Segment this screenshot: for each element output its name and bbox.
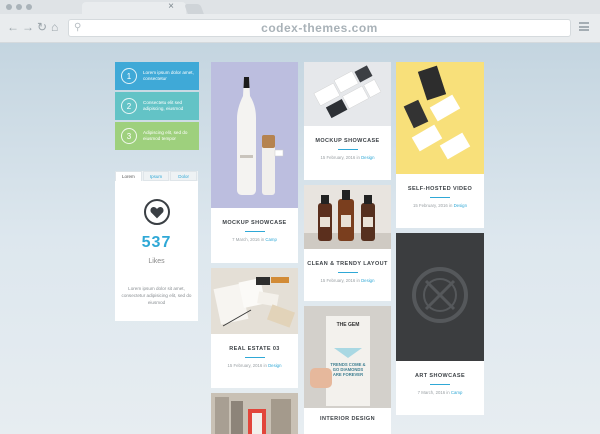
card-meta: 7 March, 2016 in Camp [211,237,298,242]
portfolio-card-clean-trendy[interactable]: CLEAN & TRENDY LAYOUT 15 February, 2016 … [304,185,391,301]
step-text: Consectetu elit sed adipiscing, eiusmod [143,100,184,111]
minimize-window-button[interactable] [16,4,22,10]
business-cards-illustration [403,65,471,160]
browser-tab[interactable]: × [82,1,186,14]
bottles-illustration [237,77,284,195]
close-window-button[interactable] [6,4,12,10]
step-item-2[interactable]: 2 Consectetu elit sed adipiscing, eiusmo… [115,92,199,120]
title-separator [244,357,265,358]
card-date: 15 February, 2016 in [320,278,360,283]
card-category[interactable]: Camp [451,390,462,395]
step-text: Lorem ipsum dolor amet, consectetur [143,70,194,81]
step-number: 3 [121,128,137,144]
back-arrow-icon[interactable]: ← [7,20,19,34]
card-title[interactable]: CLEAN & TRENDY LAYOUT [304,261,391,267]
navigation-bar: ← → ↻ ⌂ ⚲ codex-themes.com [0,14,600,43]
step-item-3[interactable]: 3 Adipiscing elit, sed do eiusmod tempor [115,122,199,150]
tab-lorem[interactable]: Lorem [115,171,142,181]
magazine-headline: TRENDS COME & GO DIAMONDS ARE FOREVER [330,362,366,377]
portfolio-card-interior-design[interactable]: THE GEM TRENDS COME & GO DIAMONDS ARE FO… [304,306,391,434]
address-bar[interactable]: ⚲ codex-themes.com [68,19,571,37]
title-separator [244,231,265,232]
hamburger-menu-icon[interactable] [579,22,589,31]
portfolio-card-art-showcase[interactable]: ART SHOWCASE 7 March, 2016 in Camp [396,233,484,415]
portfolio-card-mockup-bottles[interactable]: MOCKUP SHOWCASE 7 March, 2016 in Camp [211,62,298,263]
new-tab-button[interactable] [184,4,204,14]
card-image[interactable]: THE GEM TRENDS COME & GO DIAMONDS ARE FO… [304,306,391,408]
cosmetic-bottles-illustration [304,190,391,249]
card-image[interactable] [396,233,484,361]
step-number: 2 [121,98,137,114]
street-illustration [211,393,298,434]
card-category[interactable]: Design [361,278,374,283]
card-meta: 7 March, 2016 in Camp [396,390,484,395]
title-separator [337,149,358,150]
card-category[interactable]: Camp [265,237,276,242]
card-category[interactable]: Design [454,203,467,208]
stationery-illustration [213,277,296,328]
tab-close-icon[interactable]: × [168,1,174,13]
widget-description: Lorem ipsum dolor sit amet, consectetur … [121,286,192,305]
card-title[interactable]: ART SHOWCASE [396,373,484,379]
card-image[interactable] [211,393,298,434]
forward-arrow-icon[interactable]: → [22,20,34,34]
likes-tabs-widget: Lorem Ipsum Dolor 537 Likes Lorem ipsum … [115,171,198,321]
title-separator [430,197,450,198]
tab-ipsum[interactable]: Ipsum [142,171,170,181]
card-date: 15 February, 2016 in [413,203,453,208]
magazine-brand: THE GEM [336,322,360,328]
browser-chrome: × ← → ↻ ⌂ ⚲ codex-themes.com [0,0,600,43]
url-text[interactable]: codex-themes.com [69,21,570,35]
card-title[interactable]: MOCKUP SHOWCASE [304,138,391,144]
portfolio-card-mockup-screens[interactable]: MOCKUP SHOWCASE 15 February, 2016 in Des… [304,62,391,180]
card-date: 7 March, 2016 in [232,237,265,242]
title-separator [337,272,358,273]
card-title[interactable]: INTERIOR DESIGN [304,416,391,422]
heart-icon[interactable] [144,199,170,225]
tab-dolor[interactable]: Dolor [170,171,198,181]
home-icon[interactable]: ⌂ [51,20,58,34]
step-number: 1 [121,68,137,84]
card-date: 15 February, 2016 in [320,155,360,160]
card-category[interactable]: Design [268,363,281,368]
screens-illustration [304,62,391,126]
tab-strip: × [0,0,600,14]
card-title[interactable]: SELF-HOSTED VIDEO [396,186,484,192]
card-category[interactable]: Design [361,155,374,160]
card-image[interactable] [211,62,298,208]
steps-widget: 1 Lorem ipsum dolor amet, consectetur 2 … [115,62,199,152]
title-separator [430,384,450,385]
portfolio-card-street[interactable] [211,393,298,434]
card-meta: 15 February, 2016 in Design [211,363,298,368]
card-image[interactable] [304,185,391,249]
card-meta: 15 February, 2016 in Design [304,155,391,160]
likes-label: Likes [148,258,165,265]
card-date: 7 March, 2016 in [417,390,450,395]
page-content: 1 Lorem ipsum dolor amet, consectetur 2 … [0,43,600,434]
likes-count: 537 [141,234,172,251]
card-title[interactable]: MOCKUP SHOWCASE [211,220,298,226]
portfolio-card-self-hosted-video[interactable]: SELF-HOSTED VIDEO 15 February, 2016 in D… [396,62,484,228]
card-meta: 15 February, 2016 in Design [304,278,391,283]
card-meta: 15 February, 2016 in Design [396,203,484,208]
card-image[interactable] [396,62,484,174]
tab-bar: Lorem Ipsum Dolor [115,171,198,181]
card-image[interactable] [304,62,391,126]
card-image[interactable] [211,268,298,334]
portfolio-card-real-estate[interactable]: REAL ESTATE 03 15 February, 2016 in Desi… [211,268,298,388]
window-controls [6,4,32,10]
maximize-window-button[interactable] [26,4,32,10]
step-text: Adipiscing elit, sed do eiusmod tempor [143,130,188,141]
reload-icon[interactable]: ↻ [37,20,47,34]
card-title[interactable]: REAL ESTATE 03 [211,346,298,352]
step-item-1[interactable]: 1 Lorem ipsum dolor amet, consectetur [115,62,199,90]
stamp-illustration [396,233,484,361]
card-date: 15 February, 2016 in [227,363,267,368]
